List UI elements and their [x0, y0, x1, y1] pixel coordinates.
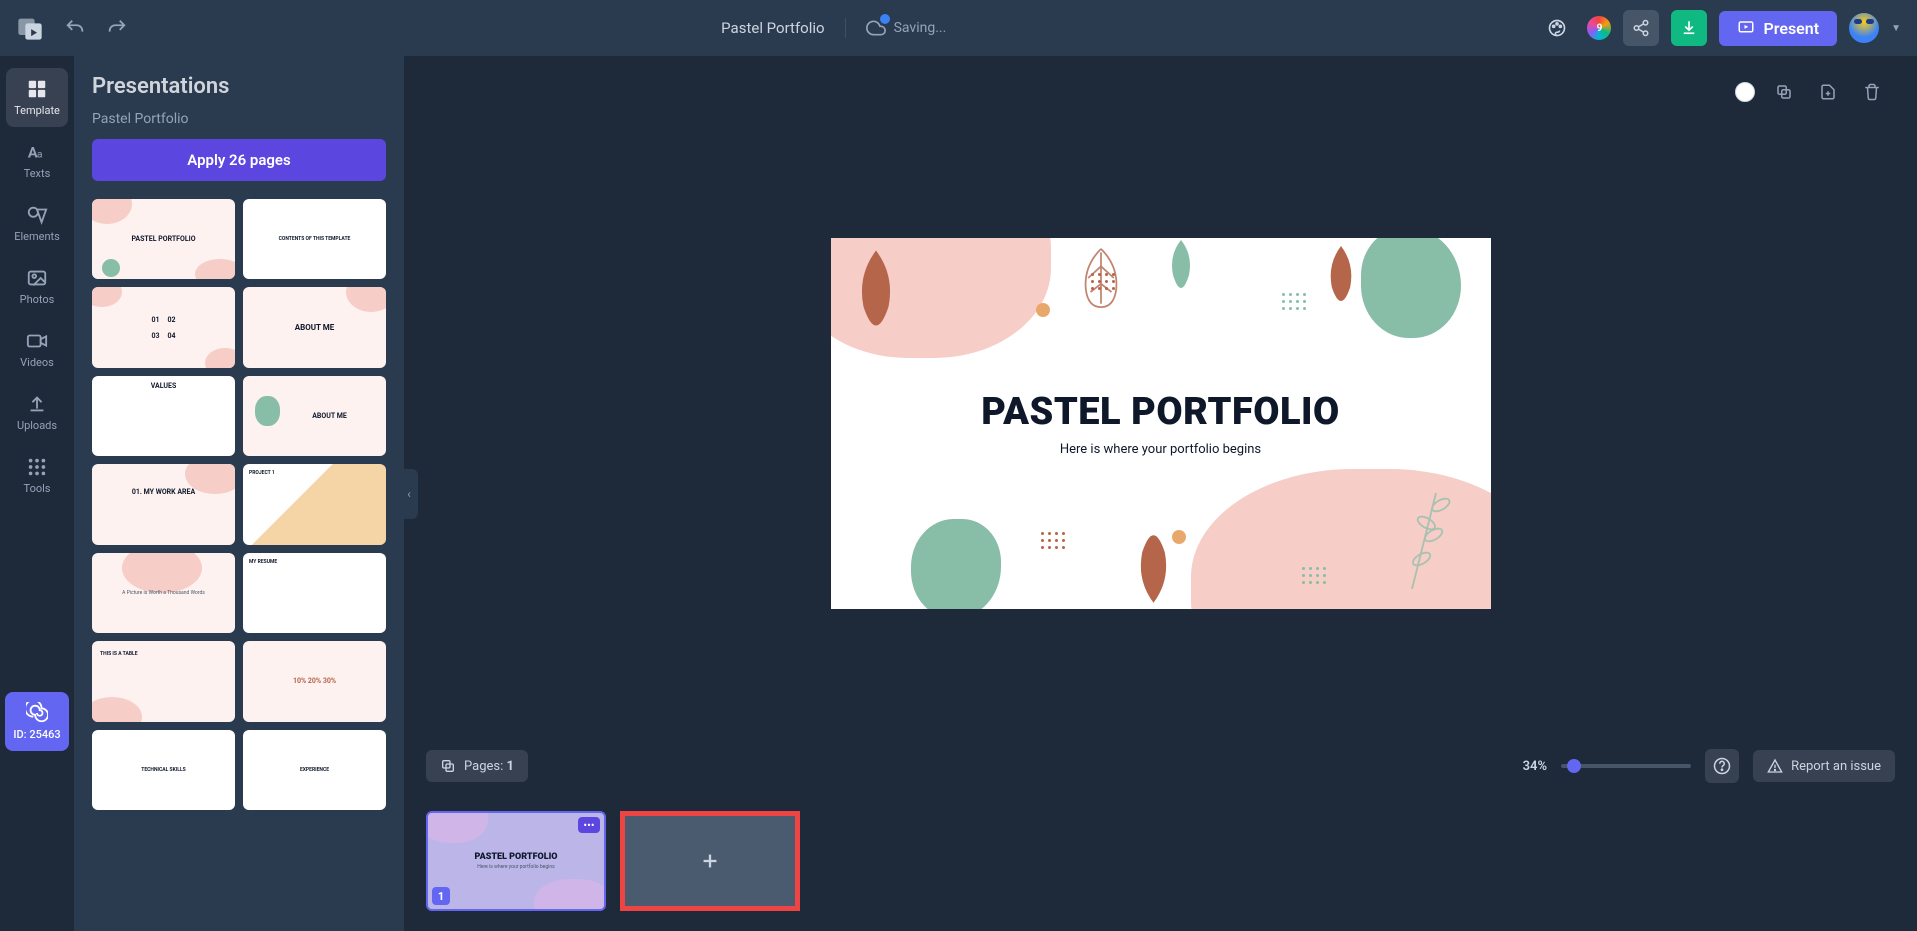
- redo-button[interactable]: [106, 17, 128, 39]
- collapse-panel-button[interactable]: ‹: [400, 469, 418, 519]
- document-title[interactable]: Pastel Portfolio: [721, 19, 824, 37]
- cloud-icon: [866, 18, 886, 38]
- pages-icon: [440, 758, 456, 774]
- canvas-viewport[interactable]: PASTEL PORTFOLIO Here is where your port…: [404, 106, 1917, 741]
- id-badge[interactable]: ID: 25463: [5, 692, 68, 751]
- report-label: Report an issue: [1791, 759, 1881, 774]
- topbar: Pastel Portfolio Saving... 9 Present ▼: [0, 0, 1917, 56]
- rail-item-photos[interactable]: Photos: [6, 257, 68, 316]
- template-thumb[interactable]: 01. MY WORK AREA: [92, 464, 235, 544]
- pages-button[interactable]: Pages: 1: [426, 750, 528, 782]
- rail-label: Photos: [20, 293, 55, 306]
- slide-subtitle[interactable]: Here is where your portfolio begins: [1060, 442, 1261, 457]
- rail-label: Template: [14, 104, 60, 117]
- download-button[interactable]: [1671, 10, 1707, 46]
- rail-item-elements[interactable]: Elements: [6, 194, 68, 253]
- rail-label: Tools: [24, 482, 51, 495]
- report-issue-button[interactable]: Report an issue: [1753, 750, 1895, 782]
- slide-number-badge: 1: [432, 887, 450, 905]
- apply-pages-button[interactable]: Apply 26 pages: [92, 139, 386, 181]
- template-icon: [26, 78, 48, 100]
- rail-label: Texts: [24, 167, 51, 180]
- tools-icon: [26, 456, 48, 478]
- present-button[interactable]: Present: [1719, 11, 1837, 46]
- template-thumb[interactable]: 01020304: [92, 287, 235, 367]
- filmstrip-slide-1[interactable]: PASTEL PORTFOLIO Here is where your port…: [426, 811, 606, 911]
- side-panel: Presentations Pastel Portfolio Apply 26 …: [74, 56, 404, 931]
- plus-icon: [699, 850, 721, 872]
- bottom-bar: Pages: 1 34% Report an issue: [404, 741, 1917, 791]
- template-thumb[interactable]: EXPERIENCE: [243, 730, 386, 810]
- color-count-badge[interactable]: 9: [1587, 16, 1611, 40]
- rail-label: Elements: [14, 230, 60, 243]
- topbar-center: Pastel Portfolio Saving...: [128, 18, 1539, 38]
- undo-button[interactable]: [64, 17, 86, 39]
- zoom-label[interactable]: 34%: [1523, 759, 1547, 774]
- template-thumb[interactable]: A Picture is Worth a Thousand Words: [92, 553, 235, 633]
- zoom-handle[interactable]: [1567, 759, 1581, 773]
- template-thumb[interactable]: VALUES: [92, 376, 235, 456]
- palette-button[interactable]: [1539, 10, 1575, 46]
- panel-title: Presentations: [92, 74, 386, 99]
- template-thumb[interactable]: MY RESUME: [243, 553, 386, 633]
- film-slide-title: PASTEL PORTFOLIO: [474, 852, 557, 862]
- panel-header: Presentations Pastel Portfolio Apply 26 …: [74, 56, 404, 189]
- delete-button[interactable]: [1857, 77, 1887, 107]
- texts-icon: Aa: [26, 141, 48, 163]
- svg-text:a: a: [37, 150, 42, 161]
- rail-item-uploads[interactable]: Uploads: [6, 383, 68, 442]
- app-logo-icon[interactable]: [16, 14, 44, 42]
- rail-item-videos[interactable]: Videos: [6, 320, 68, 379]
- add-page-button[interactable]: [1813, 77, 1843, 107]
- template-thumb[interactable]: PROJECT 1: [243, 464, 386, 544]
- saving-text: Saving...: [894, 20, 947, 36]
- canvas-area: PASTEL PORTFOLIO Here is where your port…: [404, 56, 1917, 931]
- rail-item-template[interactable]: Template: [6, 68, 68, 127]
- slide-title[interactable]: PASTEL PORTFOLIO: [981, 390, 1340, 434]
- elements-icon: [26, 204, 48, 226]
- zoom-slider[interactable]: [1561, 764, 1691, 768]
- topbar-left: [16, 14, 128, 42]
- user-avatar[interactable]: [1849, 13, 1879, 43]
- template-thumb[interactable]: THIS IS A TABLE: [92, 641, 235, 721]
- rail-item-texts[interactable]: Aa Texts: [6, 131, 68, 190]
- filmstrip: PASTEL PORTFOLIO Here is where your port…: [404, 791, 1917, 931]
- warning-icon: [1767, 758, 1783, 774]
- avatar-dropdown-icon[interactable]: ▼: [1891, 23, 1901, 34]
- rail-label: Uploads: [17, 419, 57, 432]
- thumbnail-grid: PASTEL PORTFOLIO CONTENTS OF THIS TEMPLA…: [92, 199, 386, 810]
- slide-canvas[interactable]: PASTEL PORTFOLIO Here is where your port…: [831, 238, 1491, 609]
- spiral-icon: [26, 702, 48, 724]
- rail-label: Videos: [20, 356, 54, 369]
- template-thumb[interactable]: TECHNICAL SKILLS: [92, 730, 235, 810]
- template-thumb[interactable]: 10% 20% 30%: [243, 641, 386, 721]
- template-thumb[interactable]: PASTEL PORTFOLIO: [92, 199, 235, 279]
- topbar-right: 9 Present ▼: [1539, 10, 1901, 46]
- panel-subtitle[interactable]: Pastel Portfolio: [92, 111, 386, 127]
- add-slide-button[interactable]: [620, 811, 800, 911]
- thumbnail-scroll[interactable]: PASTEL PORTFOLIO CONTENTS OF THIS TEMPLA…: [74, 189, 404, 931]
- help-button[interactable]: [1705, 749, 1739, 783]
- slide-menu-button[interactable]: •••: [578, 817, 600, 833]
- template-thumb[interactable]: ABOUT ME: [243, 376, 386, 456]
- share-button[interactable]: [1623, 10, 1659, 46]
- photos-icon: [26, 267, 48, 289]
- save-status: Saving...: [845, 18, 947, 38]
- left-rail: Template Aa Texts Elements Photos Videos…: [0, 56, 74, 931]
- copy-button[interactable]: [1769, 77, 1799, 107]
- template-thumb[interactable]: ABOUT ME: [243, 287, 386, 367]
- id-label: ID: 25463: [13, 728, 60, 741]
- rail-item-tools[interactable]: Tools: [6, 446, 68, 505]
- present-label: Present: [1763, 19, 1819, 38]
- videos-icon: [26, 330, 48, 352]
- film-slide-subtitle: Here is where your portfolio begins: [474, 864, 557, 870]
- main-layout: Template Aa Texts Elements Photos Videos…: [0, 56, 1917, 931]
- help-icon: [1713, 757, 1731, 775]
- template-thumb[interactable]: CONTENTS OF THIS TEMPLATE: [243, 199, 386, 279]
- background-color-button[interactable]: [1735, 82, 1755, 102]
- uploads-icon: [26, 393, 48, 415]
- canvas-toolbar: [404, 56, 1917, 106]
